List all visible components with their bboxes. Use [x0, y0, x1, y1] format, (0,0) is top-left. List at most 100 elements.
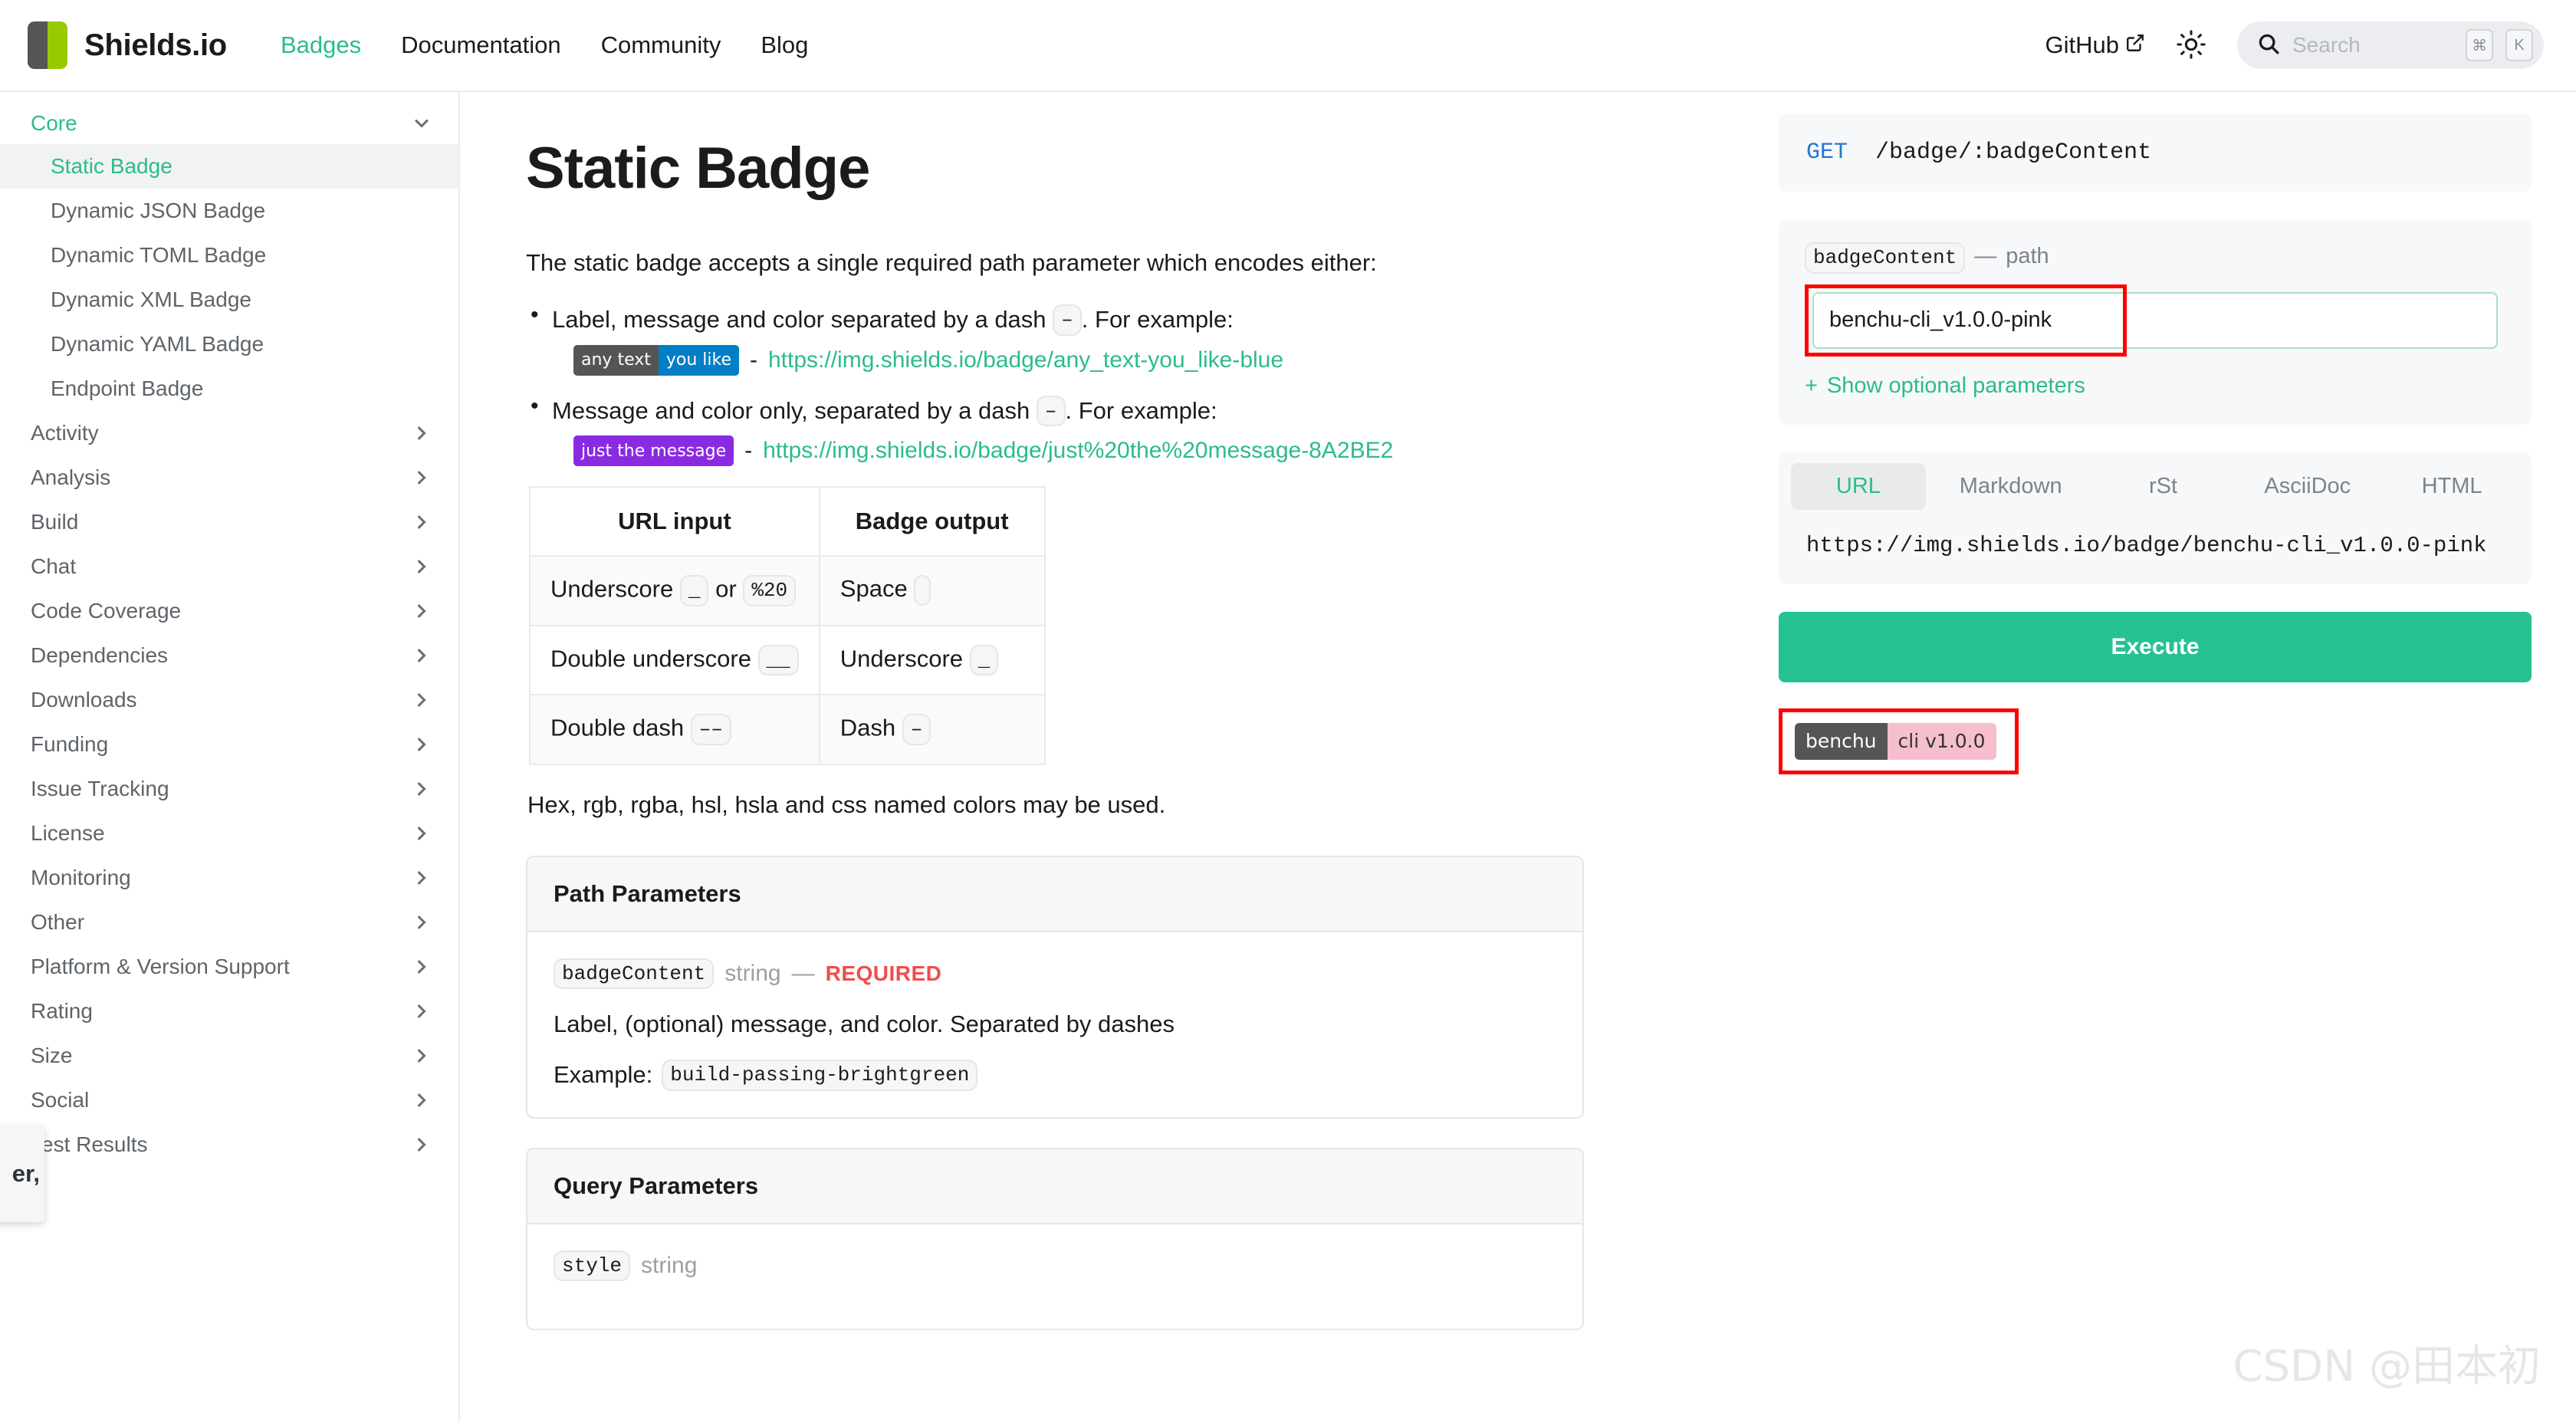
sidebar-item-dynamic-json-badge[interactable]: Dynamic JSON Badge: [0, 189, 458, 233]
lead-paragraph: The static badge accepts a single requir…: [526, 249, 1377, 276]
sidebar-category-size[interactable]: Size: [0, 1034, 458, 1078]
sidebar-item-label: Dynamic XML Badge: [51, 288, 251, 311]
sidebar-category-license[interactable]: License: [0, 811, 458, 856]
execute-button[interactable]: Execute: [1779, 611, 2532, 682]
sidebar-category-build[interactable]: Build: [0, 500, 458, 544]
conversion-table: URL input Badge output Underscore _ or %…: [529, 486, 1046, 765]
code-space: [914, 575, 932, 606]
badge-content-input[interactable]: [1812, 291, 2498, 349]
chevron-right-icon: [411, 422, 432, 444]
sidebar-item-endpoint-badge[interactable]: Endpoint Badge: [0, 366, 458, 411]
sidebar-category-rating[interactable]: Rating: [0, 989, 458, 1034]
bullet-text-before: Label, message and color separated by a …: [552, 306, 1046, 334]
sidebar-category-downloads[interactable]: Downloads: [0, 678, 458, 722]
nav-community[interactable]: Community: [601, 31, 721, 59]
param-row: style string: [554, 1250, 1556, 1281]
nav-documentation[interactable]: Documentation: [401, 31, 561, 59]
shields-logo-icon: [28, 21, 67, 69]
cell-text: Space: [840, 575, 908, 603]
sidebar-category-code-coverage[interactable]: Code Coverage: [0, 589, 458, 633]
search-input[interactable]: Search ⌘ K: [2237, 21, 2544, 69]
sidebar-category-label: Analysis: [31, 465, 111, 489]
cell-text: Underscore: [840, 644, 964, 672]
tab-markdown[interactable]: Markdown: [1934, 463, 2088, 510]
page-body: Core Static Badge Dynamic JSON Badge Dyn…: [0, 92, 2576, 1421]
example-url-link[interactable]: https://img.shields.io/badge/any_text-yo…: [768, 347, 1283, 373]
chevron-right-icon: [411, 867, 432, 889]
endpoint-path: /badge/:badgeContent: [1875, 140, 2152, 166]
color-note: Hex, rgb, rgba, hsl, hsla and css named …: [527, 790, 1166, 818]
sidebar-group-core[interactable]: Core: [0, 103, 458, 144]
param-type: string: [724, 960, 781, 986]
query-parameters-card: Query Parameters style string: [526, 1147, 1584, 1330]
tab-asciidoc[interactable]: AsciiDoc: [2238, 463, 2377, 510]
output-format-tabs: URL Markdown rSt AsciiDoc HTML: [1779, 452, 2532, 510]
sidebar-category-issue-tracking[interactable]: Issue Tracking: [0, 767, 458, 811]
github-label: GitHub: [2045, 31, 2119, 58]
sun-icon: [2177, 29, 2206, 61]
code-percent20: %20: [743, 575, 797, 606]
http-verb: GET: [1806, 140, 1848, 166]
example-url-link[interactable]: https://img.shields.io/badge/just%20the%…: [763, 438, 1393, 464]
show-optional-parameters-button[interactable]: + Show optional parameters: [1805, 373, 2505, 399]
sidebar-category-chat[interactable]: Chat: [0, 544, 458, 589]
brand[interactable]: Shields.io: [28, 21, 227, 69]
tab-rst[interactable]: rSt: [2096, 463, 2231, 510]
github-link[interactable]: GitHub: [2045, 31, 2145, 59]
sidebar-category-funding[interactable]: Funding: [0, 722, 458, 767]
nav-blog[interactable]: Blog: [761, 31, 808, 59]
result-badge: benchu cli v1.0.0: [1795, 722, 1996, 760]
bullet-text-after: . For example:: [1065, 396, 1217, 424]
path-parameters-heading: Path Parameters: [527, 856, 1582, 932]
nav-badges[interactable]: Badges: [281, 31, 361, 59]
sidebar-category-platform-version-support[interactable]: Platform & Version Support: [0, 945, 458, 989]
external-link-icon: [2125, 31, 2145, 59]
tab-url[interactable]: URL: [1791, 462, 1926, 510]
sidebar-category-analysis[interactable]: Analysis: [0, 455, 458, 500]
bullet-text: Message and color only, separated by a d…: [526, 393, 1645, 426]
theme-toggle-button[interactable]: [2171, 25, 2211, 65]
tooltip-fragment: er,: [0, 1126, 44, 1222]
plus-icon: +: [1805, 373, 1818, 398]
annotation-highlight-result: benchu cli v1.0.0: [1779, 708, 2019, 774]
sidebar-category-label: Platform & Version Support: [31, 955, 290, 978]
bullet-text-before: Message and color only, separated by a d…: [552, 396, 1030, 424]
param-name-badgecontent: badgeContent: [1805, 242, 1966, 274]
path-parameters-body: badgeContent string — REQUIRED Label, (o…: [527, 932, 1582, 1117]
example-badge-just-message: just the message: [573, 435, 734, 466]
param-name-badgecontent: badgeContent: [554, 958, 715, 989]
chevron-down-icon: [411, 113, 432, 134]
chevron-right-icon: [411, 1001, 432, 1022]
code-underscore: _: [679, 575, 709, 606]
generated-url-output[interactable]: https://img.shields.io/badge/benchu-cli_…: [1779, 510, 2532, 584]
sidebar-item-dynamic-yaml-badge[interactable]: Dynamic YAML Badge: [0, 322, 458, 366]
cell-or: or: [715, 575, 737, 603]
param-row: badgeContent string — REQUIRED: [554, 958, 1556, 989]
sidebar-item-dynamic-xml-badge[interactable]: Dynamic XML Badge: [0, 278, 458, 322]
cell-badge-output: Underscore _: [818, 624, 1046, 695]
param-dash: —: [791, 960, 815, 986]
sidebar-category-dependencies[interactable]: Dependencies: [0, 633, 458, 678]
sidebar-category-social[interactable]: Social: [0, 1078, 458, 1122]
sidebar-item-static-badge[interactable]: Static Badge: [0, 144, 458, 189]
bullet-text: Label, message and color separated by a …: [526, 302, 1645, 336]
sidebar-item-dynamic-toml-badge[interactable]: Dynamic TOML Badge: [0, 233, 458, 278]
encoding-bullet-list: Label, message and color separated by a …: [526, 302, 1645, 466]
sidebar-category-label: License: [31, 821, 105, 845]
example-label: Example:: [554, 1061, 653, 1089]
dash-code: –: [1053, 304, 1082, 336]
sidebar-category-monitoring[interactable]: Monitoring: [0, 856, 458, 900]
sidebar-category-label: Activity: [31, 421, 99, 445]
sidebar-category-other[interactable]: Other: [0, 900, 458, 945]
query-parameters-body: style string: [527, 1224, 1582, 1329]
chevron-right-icon: [411, 645, 432, 666]
brand-name: Shields.io: [84, 28, 227, 62]
example-row: just the message - https://img.shields.i…: [526, 435, 1645, 466]
chevron-right-icon: [411, 734, 432, 755]
sidebar-category-test-results[interactable]: Test Results: [0, 1122, 458, 1167]
badge-content-input-wrap: [1805, 284, 2505, 357]
dash-code: –: [1036, 395, 1066, 426]
sidebar-item-label: Dynamic YAML Badge: [51, 332, 264, 356]
tab-html[interactable]: HTML: [2384, 463, 2519, 510]
sidebar-category-activity[interactable]: Activity: [0, 411, 458, 455]
